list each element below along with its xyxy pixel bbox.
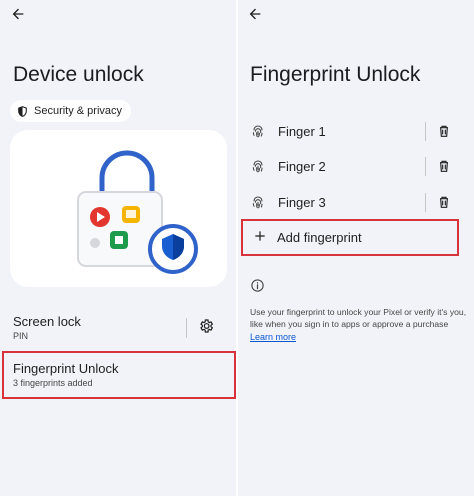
screen-lock-settings-button[interactable]: [198, 318, 216, 336]
add-fingerprint-button[interactable]: Add fingerprint: [244, 220, 462, 255]
fingerprint-unlock-screen: Fingerprint Unlock Finger 1 Finger 2 Fin…: [238, 0, 474, 496]
finger-row-3[interactable]: Finger 3: [238, 186, 474, 220]
divider: [425, 157, 426, 176]
page-title: Device unlock: [13, 63, 144, 86]
add-fingerprint-label: Add fingerprint: [277, 230, 362, 245]
trash-icon[interactable]: [436, 158, 452, 174]
arrow-back-icon: [249, 8, 261, 20]
back-button[interactable]: [247, 6, 267, 24]
fingerprint-icon: [252, 125, 263, 138]
page-title: Fingerprint Unlock: [250, 63, 421, 86]
fingerprint-icon: [252, 196, 263, 209]
trash-icon[interactable]: [436, 194, 452, 210]
gear-icon: [200, 319, 214, 333]
screen-lock-subtitle: PIN: [13, 331, 29, 341]
shield-icon: [18, 105, 27, 117]
info-text: Use your fingerprint to unlock your Pixe…: [250, 307, 467, 329]
chip-label: Security & privacy: [34, 105, 123, 117]
trash-icon[interactable]: [436, 123, 452, 139]
learn-more-link[interactable]: Learn more: [250, 332, 296, 342]
finger-label: Finger 1: [278, 124, 326, 139]
finger-label: Finger 3: [278, 195, 326, 210]
screen-lock-title[interactable]: Screen lock: [13, 314, 81, 329]
divider: [425, 122, 426, 141]
plus-icon: [255, 231, 265, 241]
finger-label: Finger 2: [278, 159, 326, 174]
finger-row-1[interactable]: Finger 1: [238, 115, 474, 149]
fingerprint-unlock-title[interactable]: Fingerprint Unlock: [13, 361, 119, 376]
back-button[interactable]: [10, 6, 30, 24]
lock-illustration: [10, 130, 227, 287]
divider: [425, 193, 426, 212]
device-unlock-screen: Device unlock Security & privacy Screen …: [0, 0, 236, 496]
finger-row-2[interactable]: Finger 2: [238, 150, 474, 184]
arrow-back-icon: [12, 8, 24, 20]
fingerprint-icon: [252, 160, 263, 173]
divider: [186, 318, 187, 338]
info-icon: [251, 279, 264, 292]
fingerprint-unlock-subtitle: 3 fingerprints added: [13, 378, 93, 388]
security-privacy-chip[interactable]: Security & privacy: [10, 100, 132, 122]
